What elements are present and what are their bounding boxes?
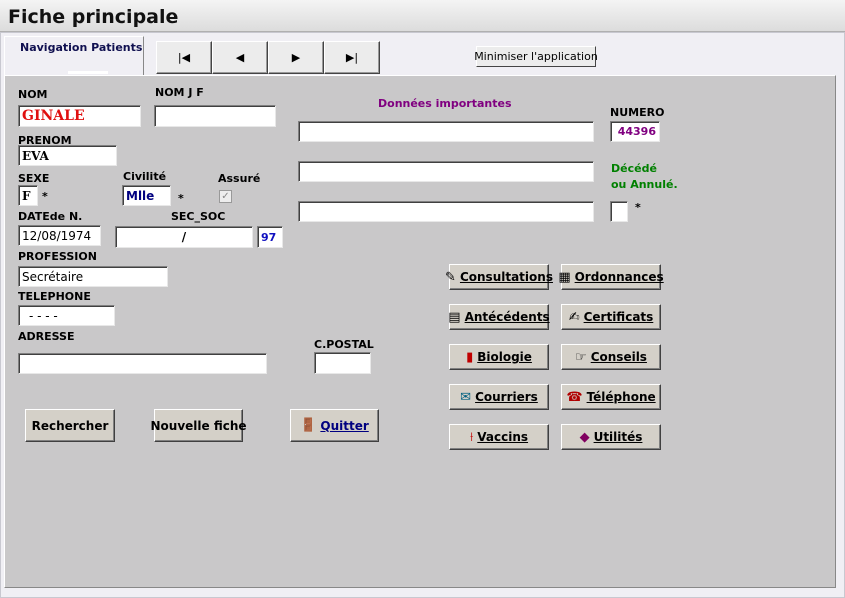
courriers-label: Courriers [475,390,538,404]
date-field[interactable]: 12/08/1974 [18,225,101,246]
telephone-button-label: Téléphone [586,390,656,404]
syringe-icon: ⟊ [469,429,474,445]
secsoc-label: SEC_SOC [171,210,226,223]
previous-icon: ◀ [235,51,245,64]
prenom-field[interactable]: EVA [18,145,117,166]
pointing-hand-icon: ☞ [575,349,587,365]
courriers-button[interactable]: ✉ Courriers [449,384,549,410]
numero-label: NUMERO [610,106,665,119]
test-tube-icon: ▮ [466,349,474,365]
annule-label: ou Annulé. [611,178,678,191]
certificats-button[interactable]: ✍ Certificats [561,304,661,330]
biologie-button[interactable]: ▮ Biologie [449,344,549,370]
decede-required-mark: * [635,201,641,214]
important-line-2[interactable] [298,161,594,182]
check-icon: ✓ [221,191,230,202]
secsoc-field[interactable]: / [115,226,253,248]
nom-field[interactable]: GINALE [18,105,141,127]
adresse-label: ADRESSE [18,330,75,343]
cpostal-label: C.POSTAL [314,338,374,351]
tab-label: Navigation Patients [20,41,143,54]
tab-highlight [68,71,108,74]
consultations-button[interactable]: ✎ Consultations [445,264,553,290]
quitter-label: Quitter [320,418,369,433]
civilite-field[interactable]: Mlle [122,185,171,206]
last-record-button[interactable]: ▶| [324,41,380,74]
window-title: Fiche principale [8,6,179,28]
antecedents-button[interactable]: ▤ Antécédents [448,304,550,330]
secsoc-key-field[interactable]: 97 [257,226,283,248]
stethoscope-icon: ✎ [445,269,456,285]
nomjf-label: NOM J F [155,86,204,99]
cpostal-field[interactable] [314,352,371,374]
sexe-field[interactable]: F [18,185,38,206]
profession-field[interactable]: Secrétaire [18,266,168,287]
patient-panel [4,75,836,588]
date-label: DATEde N. [18,210,83,223]
telephone-field[interactable]: - - - - [18,305,115,326]
last-icon: ▶| [345,51,359,64]
prescription-icon: ▦ [558,269,571,285]
utilites-button[interactable]: ◆ Utilités [561,424,661,450]
important-line-3[interactable] [298,201,594,222]
civilite-label: Civilité [123,170,167,183]
biologie-label: Biologie [477,350,532,364]
sexe-label: SEXE [18,172,50,185]
vaccins-button[interactable]: ⟊ Vaccins [449,424,549,450]
first-record-button[interactable]: |◀ [156,41,212,74]
door-icon: 🚪 [300,418,317,433]
adresse-field[interactable] [18,353,267,374]
antecedents-label: Antécédents [464,310,550,324]
first-icon: |◀ [177,51,191,64]
book-icon: ◆ [579,429,590,445]
books-icon: ▤ [448,309,461,325]
next-icon: ▶ [291,51,301,64]
envelope-icon: ✉ [460,389,472,405]
conseils-label: Conseils [590,350,647,364]
certificate-icon: ✍ [568,309,580,325]
decede-field[interactable] [610,201,628,222]
rechercher-label: Rechercher [31,418,109,433]
telephone-button[interactable]: ☎ Téléphone [561,384,661,410]
ordonnances-button[interactable]: ▦ Ordonnances [558,264,664,290]
sexe-required-mark: * [42,190,48,203]
minimize-application-button[interactable]: Minimiser l'application [474,46,598,67]
important-line-1[interactable] [298,121,594,142]
assure-label: Assuré [218,172,261,185]
next-record-button[interactable]: ▶ [268,41,324,74]
numero-field[interactable]: 44396 [610,121,660,142]
consultations-label: Consultations [459,270,553,284]
phone-icon: ☎ [566,389,583,405]
ordonnances-label: Ordonnances [574,270,664,284]
certificats-label: Certificats [583,310,654,324]
assure-checkbox[interactable]: ✓ [219,190,232,203]
important-data-label: Données importantes [378,97,512,110]
nomjf-field[interactable] [154,105,276,127]
profession-label: PROFESSION [18,250,97,263]
nom-label: NOM [18,88,48,101]
previous-record-button[interactable]: ◀ [212,41,268,74]
decede-label: Décédé [611,162,657,175]
nouvelle-fiche-label: Nouvelle fiche [150,418,247,433]
civilite-required-mark: * [178,192,184,205]
quitter-button[interactable]: 🚪 Quitter [290,409,379,442]
vaccins-label: Vaccins [477,430,529,444]
conseils-button[interactable]: ☞ Conseils [561,344,661,370]
telephone-label: TELEPHONE [18,290,91,303]
utilites-label: Utilités [593,430,643,444]
rechercher-button[interactable]: Rechercher [25,409,115,442]
nouvelle-fiche-button[interactable]: Nouvelle fiche [150,409,247,442]
